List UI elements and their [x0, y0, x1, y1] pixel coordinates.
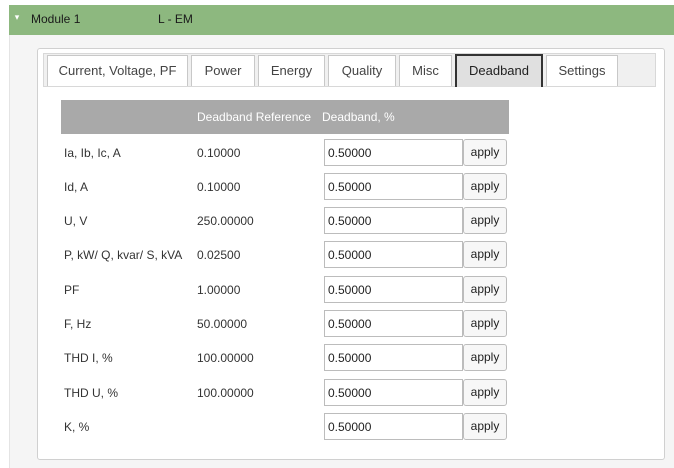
row-label: K, %: [64, 420, 90, 434]
deadband-input[interactable]: [324, 139, 463, 166]
apply-button[interactable]: apply: [463, 173, 507, 200]
tab-current-voltage-pf[interactable]: Current, Voltage, PF: [47, 55, 188, 86]
column-header-deadband-reference: Deadband Reference: [197, 110, 312, 124]
row-label: Id, A: [64, 180, 89, 194]
row-label: THD I, %: [64, 351, 113, 365]
row-reference: 100.00000: [197, 386, 254, 400]
row-reference: 1.00000: [197, 283, 241, 297]
row-label: PF: [64, 283, 80, 297]
row-label: U, V: [64, 214, 88, 228]
collapse-caret-icon[interactable]: ▾: [12, 12, 22, 22]
apply-button[interactable]: apply: [463, 241, 507, 268]
apply-button[interactable]: apply: [463, 276, 507, 303]
tab-misc[interactable]: Misc: [399, 55, 452, 86]
module-type: L - EM: [158, 12, 193, 26]
deadband-input[interactable]: [324, 413, 463, 440]
deadband-input[interactable]: [324, 344, 463, 371]
apply-button[interactable]: apply: [463, 344, 507, 371]
module-header[interactable]: ▾ Module 1 L - EM: [9, 5, 674, 35]
apply-button[interactable]: apply: [463, 207, 507, 234]
column-header-deadband-percent: Deadband, %: [322, 110, 395, 124]
deadband-input[interactable]: [324, 241, 463, 268]
tab-settings[interactable]: Settings: [546, 55, 618, 86]
deadband-input[interactable]: [324, 173, 463, 200]
deadband-input[interactable]: [324, 207, 463, 234]
apply-button[interactable]: apply: [463, 379, 507, 406]
row-reference: 0.10000: [197, 180, 241, 194]
tab-energy[interactable]: Energy: [258, 55, 325, 86]
row-reference: 0.02500: [197, 248, 241, 262]
apply-button[interactable]: apply: [463, 310, 507, 337]
row-label: F, Hz: [64, 317, 92, 331]
row-reference: 250.00000: [197, 214, 254, 228]
apply-button[interactable]: apply: [463, 139, 507, 166]
tab-power[interactable]: Power: [191, 55, 255, 86]
row-label: P, kW/ Q, kvar/ S, kVA: [64, 248, 183, 262]
row-label: Ia, Ib, Ic, A: [64, 146, 121, 160]
row-reference: 50.00000: [197, 317, 248, 331]
deadband-input[interactable]: [324, 379, 463, 406]
row-reference: 0.10000: [197, 146, 241, 160]
row-reference: 100.00000: [197, 351, 254, 365]
tab-deadband[interactable]: Deadband: [455, 54, 543, 87]
row-label: THD U, %: [64, 386, 118, 400]
apply-button[interactable]: apply: [463, 413, 507, 440]
tab-quality[interactable]: Quality: [328, 55, 396, 86]
module-name: Module 1: [31, 12, 81, 26]
deadband-input[interactable]: [324, 310, 463, 337]
deadband-input[interactable]: [324, 276, 463, 303]
